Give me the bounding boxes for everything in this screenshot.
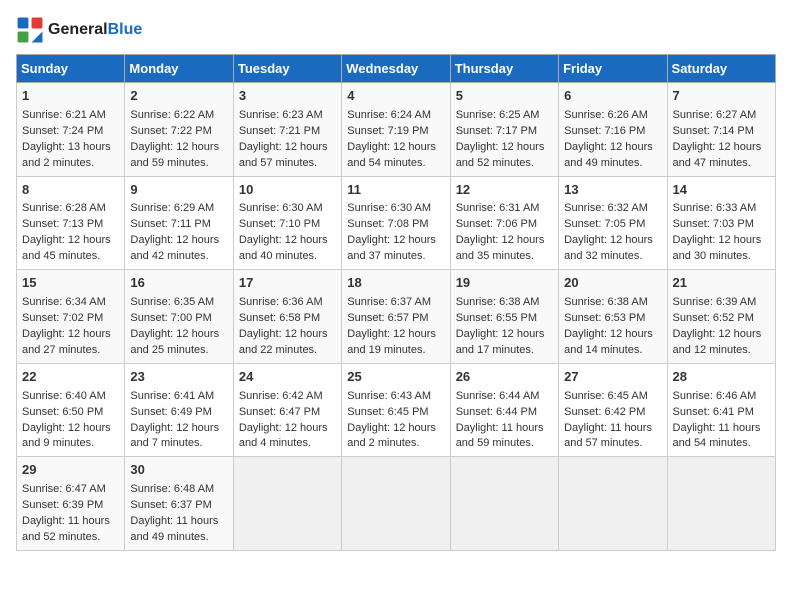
calendar-cell	[559, 457, 667, 551]
calendar-week-4: 22Sunrise: 6:40 AMSunset: 6:50 PMDayligh…	[17, 363, 776, 457]
day-number: 10	[239, 181, 336, 200]
calendar-cell: 16Sunrise: 6:35 AMSunset: 7:00 PMDayligh…	[125, 270, 233, 364]
day-number: 20	[564, 274, 661, 293]
calendar-cell: 26Sunrise: 6:44 AMSunset: 6:44 PMDayligh…	[450, 363, 558, 457]
day-number: 28	[673, 368, 770, 387]
calendar-cell: 10Sunrise: 6:30 AMSunset: 7:10 PMDayligh…	[233, 176, 341, 270]
calendar-cell: 22Sunrise: 6:40 AMSunset: 6:50 PMDayligh…	[17, 363, 125, 457]
day-number: 14	[673, 181, 770, 200]
calendar-cell: 4Sunrise: 6:24 AMSunset: 7:19 PMDaylight…	[342, 83, 450, 177]
header-thursday: Thursday	[450, 55, 558, 83]
calendar-week-3: 15Sunrise: 6:34 AMSunset: 7:02 PMDayligh…	[17, 270, 776, 364]
calendar-header-row: SundayMondayTuesdayWednesdayThursdayFrid…	[17, 55, 776, 83]
day-number: 2	[130, 87, 227, 106]
calendar-cell	[450, 457, 558, 551]
day-number: 7	[673, 87, 770, 106]
day-number: 6	[564, 87, 661, 106]
calendar-cell: 2Sunrise: 6:22 AMSunset: 7:22 PMDaylight…	[125, 83, 233, 177]
calendar-cell: 7Sunrise: 6:27 AMSunset: 7:14 PMDaylight…	[667, 83, 775, 177]
page-header: GeneralBlue	[16, 16, 776, 44]
day-number: 4	[347, 87, 444, 106]
calendar-cell: 29Sunrise: 6:47 AMSunset: 6:39 PMDayligh…	[17, 457, 125, 551]
day-number: 11	[347, 181, 444, 200]
calendar-cell: 3Sunrise: 6:23 AMSunset: 7:21 PMDaylight…	[233, 83, 341, 177]
day-number: 18	[347, 274, 444, 293]
calendar-cell: 13Sunrise: 6:32 AMSunset: 7:05 PMDayligh…	[559, 176, 667, 270]
day-number: 25	[347, 368, 444, 387]
calendar-cell: 25Sunrise: 6:43 AMSunset: 6:45 PMDayligh…	[342, 363, 450, 457]
day-number: 30	[130, 461, 227, 480]
calendar-week-1: 1Sunrise: 6:21 AMSunset: 7:24 PMDaylight…	[17, 83, 776, 177]
calendar-week-5: 29Sunrise: 6:47 AMSunset: 6:39 PMDayligh…	[17, 457, 776, 551]
day-number: 1	[22, 87, 119, 106]
day-number: 17	[239, 274, 336, 293]
calendar-cell: 1Sunrise: 6:21 AMSunset: 7:24 PMDaylight…	[17, 83, 125, 177]
calendar-cell: 28Sunrise: 6:46 AMSunset: 6:41 PMDayligh…	[667, 363, 775, 457]
day-number: 26	[456, 368, 553, 387]
day-number: 23	[130, 368, 227, 387]
calendar-cell: 12Sunrise: 6:31 AMSunset: 7:06 PMDayligh…	[450, 176, 558, 270]
header-monday: Monday	[125, 55, 233, 83]
day-number: 22	[22, 368, 119, 387]
calendar-cell: 14Sunrise: 6:33 AMSunset: 7:03 PMDayligh…	[667, 176, 775, 270]
day-number: 21	[673, 274, 770, 293]
calendar-cell: 5Sunrise: 6:25 AMSunset: 7:17 PMDaylight…	[450, 83, 558, 177]
calendar-cell: 15Sunrise: 6:34 AMSunset: 7:02 PMDayligh…	[17, 270, 125, 364]
calendar-cell: 9Sunrise: 6:29 AMSunset: 7:11 PMDaylight…	[125, 176, 233, 270]
header-saturday: Saturday	[667, 55, 775, 83]
header-sunday: Sunday	[17, 55, 125, 83]
calendar-cell	[667, 457, 775, 551]
day-number: 29	[22, 461, 119, 480]
calendar-cell: 21Sunrise: 6:39 AMSunset: 6:52 PMDayligh…	[667, 270, 775, 364]
calendar-table: SundayMondayTuesdayWednesdayThursdayFrid…	[16, 54, 776, 551]
calendar-cell	[233, 457, 341, 551]
day-number: 24	[239, 368, 336, 387]
calendar-cell: 19Sunrise: 6:38 AMSunset: 6:55 PMDayligh…	[450, 270, 558, 364]
day-number: 5	[456, 87, 553, 106]
day-number: 8	[22, 181, 119, 200]
day-number: 27	[564, 368, 661, 387]
header-tuesday: Tuesday	[233, 55, 341, 83]
calendar-cell	[342, 457, 450, 551]
calendar-cell: 17Sunrise: 6:36 AMSunset: 6:58 PMDayligh…	[233, 270, 341, 364]
logo-text: GeneralBlue	[48, 21, 142, 39]
day-number: 16	[130, 274, 227, 293]
day-number: 13	[564, 181, 661, 200]
calendar-cell: 20Sunrise: 6:38 AMSunset: 6:53 PMDayligh…	[559, 270, 667, 364]
calendar-week-2: 8Sunrise: 6:28 AMSunset: 7:13 PMDaylight…	[17, 176, 776, 270]
calendar-cell: 18Sunrise: 6:37 AMSunset: 6:57 PMDayligh…	[342, 270, 450, 364]
logo: GeneralBlue	[16, 16, 142, 44]
calendar-cell: 23Sunrise: 6:41 AMSunset: 6:49 PMDayligh…	[125, 363, 233, 457]
day-number: 15	[22, 274, 119, 293]
header-wednesday: Wednesday	[342, 55, 450, 83]
day-number: 3	[239, 87, 336, 106]
calendar-cell: 6Sunrise: 6:26 AMSunset: 7:16 PMDaylight…	[559, 83, 667, 177]
calendar-cell: 27Sunrise: 6:45 AMSunset: 6:42 PMDayligh…	[559, 363, 667, 457]
header-friday: Friday	[559, 55, 667, 83]
calendar-cell: 8Sunrise: 6:28 AMSunset: 7:13 PMDaylight…	[17, 176, 125, 270]
calendar-cell: 30Sunrise: 6:48 AMSunset: 6:37 PMDayligh…	[125, 457, 233, 551]
day-number: 9	[130, 181, 227, 200]
calendar-cell: 11Sunrise: 6:30 AMSunset: 7:08 PMDayligh…	[342, 176, 450, 270]
calendar-cell: 24Sunrise: 6:42 AMSunset: 6:47 PMDayligh…	[233, 363, 341, 457]
day-number: 19	[456, 274, 553, 293]
logo-icon	[16, 16, 44, 44]
day-number: 12	[456, 181, 553, 200]
